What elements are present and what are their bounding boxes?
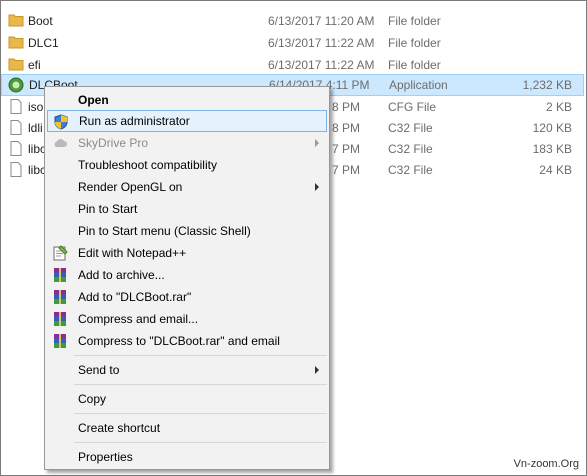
file-name: Boot [28,14,53,28]
menu-item-compress-to-dlcboot-rar-and-email[interactable]: Compress to "DLCBoot.rar" and email [47,330,327,352]
menu-item-label: Render OpenGL on [78,180,183,194]
winrar-icon [52,289,68,305]
menu-item-edit-with-notepadpp[interactable]: Edit with Notepad++ [47,242,327,264]
menu-item-troubleshoot-compatibility[interactable]: Troubleshoot compatibility [47,154,327,176]
menu-item-pin-to-start-menu-classic-shell[interactable]: Pin to Start menu (Classic Shell) [47,220,327,242]
menu-item-send-to[interactable]: Send to [47,359,327,381]
file-type: File folder [388,58,441,72]
file-icon [8,99,24,114]
file-type: File folder [388,14,441,28]
winrar-icon [52,311,68,327]
cloud-icon [52,135,68,151]
winrar-icon [52,267,68,283]
file-size: 1,232 KB [522,78,572,92]
file-date: 6/13/2017 11:22 AM [268,58,375,72]
file-size: 120 KB [532,121,572,135]
file-name: DLC1 [28,36,59,50]
file-type: C32 File [388,121,433,135]
menu-item-run-as-administrator[interactable]: Run as administrator [47,110,327,132]
file-name: ldli [28,121,43,135]
menu-item-label: Send to [78,363,120,377]
folder-icon [8,57,24,72]
file-date: 7 PM [332,142,361,156]
menu-item-label: SkyDrive Pro [78,136,149,150]
folder-icon [8,35,24,50]
menu-item-label: Edit with Notepad++ [78,246,187,260]
file-name: efi [28,58,41,72]
menu-item-label: Add to archive... [78,268,165,282]
watermark: Vn-zoom.Org [513,458,579,470]
submenu-arrow-icon [315,139,319,147]
menu-item-add-to-dlcboot-rar[interactable]: Add to "DLCBoot.rar" [47,286,327,308]
menu-item-label: Troubleshoot compatibility [78,158,217,172]
menu-item-render-opengl-on[interactable]: Render OpenGL on [47,176,327,198]
menu-item-label: Add to "DLCBoot.rar" [78,290,192,304]
menu-item-label: Pin to Start [78,202,138,216]
shield-icon [53,114,69,130]
file-icon [8,141,24,156]
submenu-arrow-icon [315,183,319,191]
menu-item-skydrive-pro[interactable]: SkyDrive Pro [47,132,327,154]
file-size: 183 KB [532,142,572,156]
file-type: File folder [388,36,441,50]
menu-separator [74,384,327,385]
menu-item-label: Open [78,93,109,107]
menu-item-add-to-archive[interactable]: Add to archive... [47,264,327,286]
menu-item-properties[interactable]: Properties [47,446,327,468]
menu-separator [74,442,327,443]
file-date: 7 PM [332,163,361,177]
application-icon [8,77,24,93]
file-name: iso [28,100,44,114]
menu-item-compress-and-email[interactable]: Compress and email... [47,308,327,330]
menu-item-open[interactable]: Open [47,89,327,111]
menu-item-label: Compress to "DLCBoot.rar" and email [78,334,280,348]
file-size: 2 KB [545,100,572,114]
notepadpp-icon [52,245,68,261]
submenu-arrow-icon [315,366,319,374]
file-type: CFG File [388,100,436,114]
file-row-dlc1[interactable]: DLC1 6/13/2017 11:22 AM File folder [1,32,584,53]
menu-separator [74,355,327,356]
file-row-boot[interactable]: Boot 6/13/2017 11:20 AM File folder [1,10,584,31]
file-type: Application [389,78,448,92]
menu-item-pin-to-start[interactable]: Pin to Start [47,198,327,220]
file-date: 6/13/2017 11:20 AM [268,14,375,28]
menu-item-label: Compress and email... [78,312,199,326]
file-row-efi[interactable]: efi 6/13/2017 11:22 AM File folder [1,54,584,75]
folder-icon [8,13,24,28]
context-menu: Open Run as administrator SkyDrive Pro T… [44,86,330,470]
file-icon [8,120,24,135]
menu-separator [74,413,327,414]
menu-item-label: Pin to Start menu (Classic Shell) [78,224,251,238]
file-icon [8,162,24,177]
menu-item-label: Copy [78,392,107,406]
file-size: 24 KB [539,163,572,177]
menu-item-create-shortcut[interactable]: Create shortcut [47,417,327,439]
menu-item-label: Properties [78,450,133,464]
file-type: C32 File [388,163,433,177]
winrar-icon [52,333,68,349]
file-date: 6/13/2017 11:22 AM [268,36,375,50]
menu-item-label: Run as administrator [79,114,190,128]
file-type: C32 File [388,142,433,156]
menu-item-label: Create shortcut [78,421,161,435]
menu-item-copy[interactable]: Copy [47,388,327,410]
file-date: 8 PM [332,121,361,135]
file-date: 8 PM [332,100,361,114]
